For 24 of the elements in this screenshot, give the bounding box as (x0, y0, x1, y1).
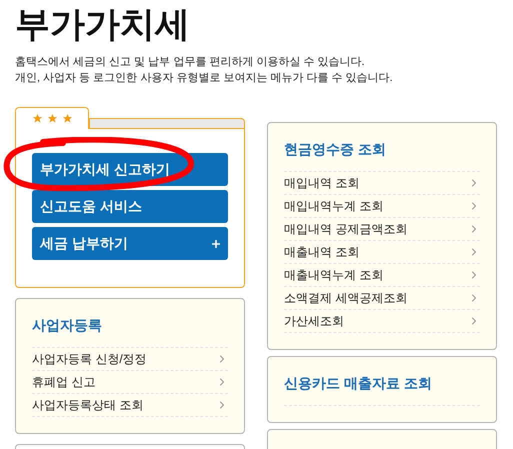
menu-link[interactable]: 매입내역누계 조회 (284, 195, 480, 218)
menu-link[interactable]: 사업자등록 신청/정정 (32, 348, 228, 371)
card-title: 신용카드 매출자료 조회 (284, 374, 433, 393)
card-title: 현금영수증 조회 (284, 140, 387, 159)
description-text: 개인, 사업자 등 로그인한 사용자 유형별로 보여지는 메뉴가 다를 수 있습니다. (15, 71, 394, 86)
plus-icon (212, 240, 220, 248)
page-title: 부가가치세 (15, 4, 191, 46)
menu-link[interactable]: 매입내역 공제금액조회 (284, 218, 480, 241)
menu-link[interactable]: 매입내역 조회 (284, 172, 480, 195)
star-icon (47, 113, 58, 124)
star-icon (62, 113, 73, 124)
menu-button[interactable]: 부가가치세 신고하기 (32, 153, 228, 186)
menu-link[interactable]: 매출내역 조회 (284, 241, 480, 264)
menu-link[interactable]: 가산세조회 (284, 310, 480, 333)
menu-button[interactable]: 세금 납부하기 (32, 227, 228, 260)
menu-button[interactable]: 신고도움 서비스 (32, 190, 228, 223)
menu-link[interactable]: 휴폐업 신고 (32, 371, 228, 394)
star-icon (32, 113, 43, 124)
menu-link[interactable]: 매출내역누계 조회 (284, 264, 480, 287)
menu-link[interactable]: 사업자등록상태 조회 (32, 394, 228, 417)
description-text: 홈택스에서 세금의 신고 및 납부 업무를 편리하게 이용하실 수 있습니다. (15, 55, 366, 70)
favorites-tab[interactable] (15, 107, 89, 129)
menu-link[interactable]: 소액결제 세액공제조회 (284, 287, 480, 310)
card-title: 사업자등록 (32, 316, 103, 335)
